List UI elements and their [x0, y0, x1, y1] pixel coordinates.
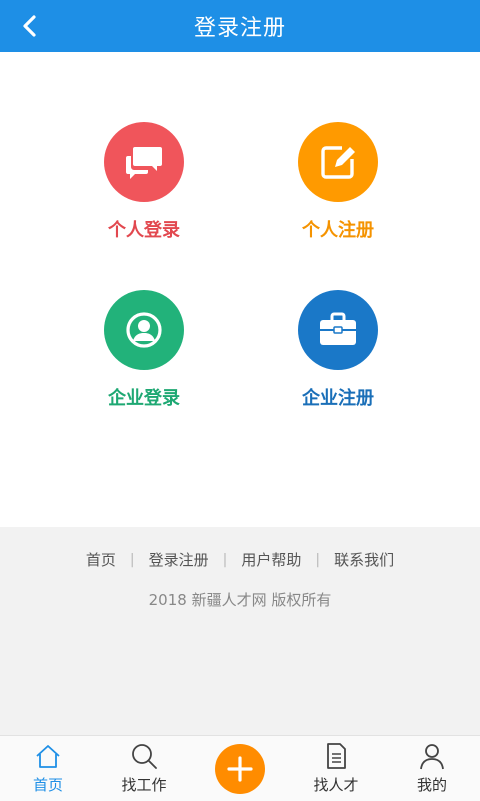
personal-register-label: 个人注册 — [302, 220, 374, 241]
chat-bubbles-icon — [126, 147, 162, 179]
footer-separator: | — [222, 551, 228, 568]
bottom-tab-bar: 首页 找工作 找人才 我的 — [0, 735, 480, 801]
tab-home[interactable]: 首页 — [8, 736, 88, 801]
footer-separator: | — [129, 551, 135, 568]
personal-login-circle — [104, 122, 184, 202]
personal-login-tile[interactable]: 个人登录 — [44, 122, 244, 272]
personal-register-circle — [298, 122, 378, 202]
personal-login-label: 个人登录 — [108, 220, 180, 241]
enterprise-register-circle — [298, 290, 378, 370]
chevron-left-icon — [23, 15, 36, 37]
footer-link-home[interactable]: 首页 — [86, 549, 116, 570]
footer-link-help[interactable]: 用户帮助 — [241, 549, 301, 570]
page-title: 登录注册 — [193, 16, 286, 41]
enterprise-login-label: 企业登录 — [108, 388, 180, 409]
enterprise-register-tile[interactable]: 企业注册 — [238, 290, 438, 440]
footer-link-contact[interactable]: 联系我们 — [334, 549, 394, 570]
edit-note-icon — [321, 146, 355, 179]
page-footer: 首页 | 登录注册 | 用户帮助 | 联系我们 2018 新疆人才网 版权所有 — [0, 527, 480, 735]
post-plus-button[interactable] — [215, 744, 265, 794]
footer-links: 首页 | 登录注册 | 用户帮助 | 联系我们 — [0, 549, 480, 570]
search-icon — [132, 744, 157, 769]
footer-link-login-register[interactable]: 登录注册 — [149, 549, 209, 570]
login-register-grid: 个人登录 个人注册 企业登录 企业注册 — [0, 52, 480, 527]
app-header: 登录注册 — [0, 0, 480, 52]
tab-find-job-label: 找工作 — [121, 776, 167, 794]
briefcase-icon — [320, 312, 356, 345]
copyright-text: 2018 新疆人才网 版权所有 — [148, 591, 332, 609]
tab-find-job[interactable]: 找工作 — [104, 736, 184, 801]
tab-home-label: 首页 — [32, 776, 63, 794]
enterprise-register-label: 企业注册 — [302, 388, 374, 409]
tab-find-talent-label: 找人才 — [313, 776, 359, 794]
enterprise-login-circle — [104, 290, 184, 370]
back-button[interactable] — [14, 10, 46, 42]
home-icon — [36, 745, 60, 768]
tab-mine[interactable]: 我的 — [392, 736, 472, 801]
user-icon — [420, 744, 444, 770]
tab-mine-label: 我的 — [416, 776, 447, 794]
user-circle-icon — [126, 312, 162, 348]
enterprise-login-tile[interactable]: 企业登录 — [44, 290, 244, 440]
tab-find-talent[interactable]: 找人才 — [296, 736, 376, 801]
plus-icon — [227, 756, 253, 782]
document-icon — [327, 743, 346, 769]
personal-register-tile[interactable]: 个人注册 — [238, 122, 438, 272]
footer-separator: | — [315, 551, 321, 568]
